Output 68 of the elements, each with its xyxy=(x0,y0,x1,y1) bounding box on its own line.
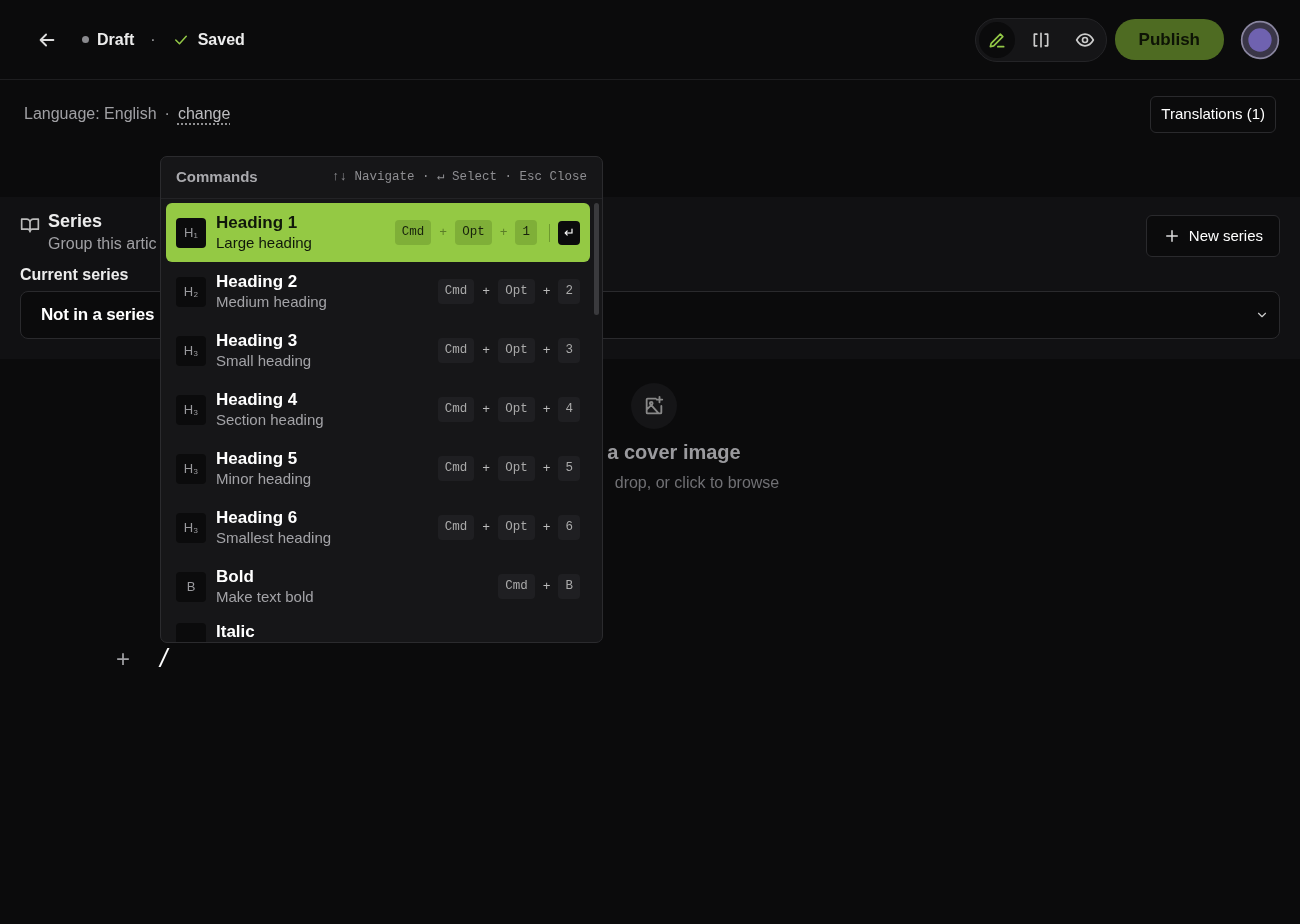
key-chip: Cmd xyxy=(437,515,475,540)
plus-sign: + xyxy=(499,223,508,242)
key-chip: Cmd xyxy=(437,338,475,363)
translations-button[interactable]: Translations (1) xyxy=(1150,96,1276,133)
enter-key: ↵ xyxy=(558,220,580,245)
mode-tab[interactable] xyxy=(978,21,1015,58)
key-chip: 2 xyxy=(558,279,580,304)
key-chip: B xyxy=(558,574,580,599)
section-title: Series xyxy=(48,210,104,233)
plus-sign: + xyxy=(542,459,551,478)
key-chip: Opt xyxy=(498,397,535,422)
new-series-button[interactable]: New series xyxy=(1145,214,1280,257)
field-label: Current series xyxy=(20,265,129,285)
plus-sign: + xyxy=(482,341,491,360)
command-item[interactable]: H₃ Heading 4 Section heading Cmd + Opt + 4 xyxy=(166,380,590,439)
key-chip: Opt xyxy=(498,279,535,304)
plus-sign: + xyxy=(439,223,448,242)
image-plus-icon xyxy=(643,395,665,417)
format-icon: H₁ xyxy=(176,217,206,248)
plus-sign: + xyxy=(542,400,551,419)
command-item[interactable]: H₃ Heading 5 Minor heading Cmd + Opt + 5 xyxy=(166,439,590,498)
plus-sign: + xyxy=(542,577,551,596)
format-icon: H₃ xyxy=(176,394,206,425)
plus-sign: + xyxy=(482,518,491,537)
key-chip: Cmd xyxy=(498,574,535,599)
format-icon: H₃ xyxy=(176,453,206,484)
command-item[interactable]: H₃ Heading 6 Smallest heading Cmd + Opt + 6 xyxy=(166,498,590,557)
avatar[interactable] xyxy=(1240,19,1280,60)
plus-sign: + xyxy=(482,400,491,419)
scrollbar[interactable] xyxy=(594,203,599,315)
add-block-button[interactable]: + xyxy=(116,640,130,677)
format-icon: H₃ xyxy=(176,335,206,366)
cover-hint: drop, or click to browse xyxy=(613,473,780,493)
add-image-button[interactable] xyxy=(631,383,677,429)
key-chip: Cmd xyxy=(437,279,475,304)
plus-sign: + xyxy=(542,518,551,537)
command-item[interactable]: Italic xyxy=(166,616,590,642)
key-chip: 3 xyxy=(558,338,580,363)
key-chip: Cmd xyxy=(437,456,475,481)
keyboard-hint: ↑↓ Navigate · ↵ Select · Esc Close xyxy=(331,169,587,187)
command-item[interactable]: H₁ Heading 1 Large heading Cmd + Opt + 1 ↵ xyxy=(166,203,590,262)
cover-title: a cover image xyxy=(607,440,741,465)
key-chip: Opt xyxy=(498,456,535,481)
key-chip: 5 xyxy=(558,456,580,481)
menu-title: Commands xyxy=(176,167,258,188)
key-chip: Opt xyxy=(498,515,535,540)
command-item[interactable]: B Bold Make text bold Cmd + B xyxy=(166,557,590,616)
plus-sign: + xyxy=(482,459,491,478)
language-label: Language: English xyxy=(24,104,157,125)
key-chip: Opt xyxy=(498,338,535,363)
format-icon: H₂ xyxy=(176,276,206,307)
status-dot xyxy=(82,36,89,43)
key-chip: 1 xyxy=(515,220,537,245)
save-status: Saved xyxy=(197,29,245,50)
change-language-link[interactable]: change xyxy=(177,102,231,127)
key-chip: 6 xyxy=(558,515,580,540)
separator-dot: · xyxy=(164,104,170,125)
separator-dot: · xyxy=(150,29,156,50)
key-chip: 4 xyxy=(558,397,580,422)
status-label: Draft xyxy=(97,29,135,50)
plus-sign: + xyxy=(542,341,551,360)
format-icon: B xyxy=(176,571,206,602)
editor-text: / xyxy=(160,642,168,675)
section-subtitle: Group this artic xyxy=(48,234,157,255)
format-icon: H₃ xyxy=(176,512,206,543)
key-chip: Cmd xyxy=(437,397,475,422)
key-chip: Opt xyxy=(455,220,492,245)
key-chip: Cmd xyxy=(394,220,432,245)
